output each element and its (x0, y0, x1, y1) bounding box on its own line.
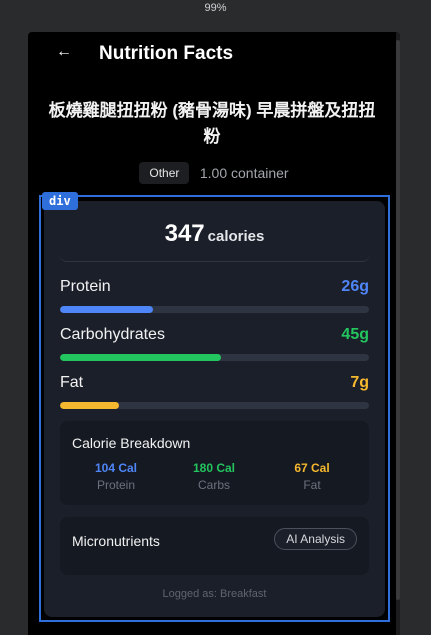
food-name: 板燒雞腿扭扭粉 (豬骨湯味) 早晨拼盤及扭扭粉 (48, 101, 376, 146)
serving-size: 1.00 container (199, 165, 289, 181)
inspector-highlight (39, 195, 390, 622)
serving-row: Other 1.00 container (28, 162, 400, 184)
app-screen: ← Nutrition Facts 板燒雞腿扭扭粉 (豬骨湯味) 早晨拼盤及扭扭… (28, 32, 400, 635)
inspector-tag: div (42, 192, 78, 210)
category-badge: Other (139, 162, 190, 184)
back-arrow-icon[interactable]: ← (56, 43, 72, 61)
scrollbar-thumb[interactable] (396, 40, 400, 600)
page-title: Nutrition Facts (99, 43, 234, 64)
scrollbar-track[interactable] (396, 32, 400, 635)
zoom-level: 99% (204, 2, 227, 14)
header: ← Nutrition Facts (28, 32, 400, 78)
